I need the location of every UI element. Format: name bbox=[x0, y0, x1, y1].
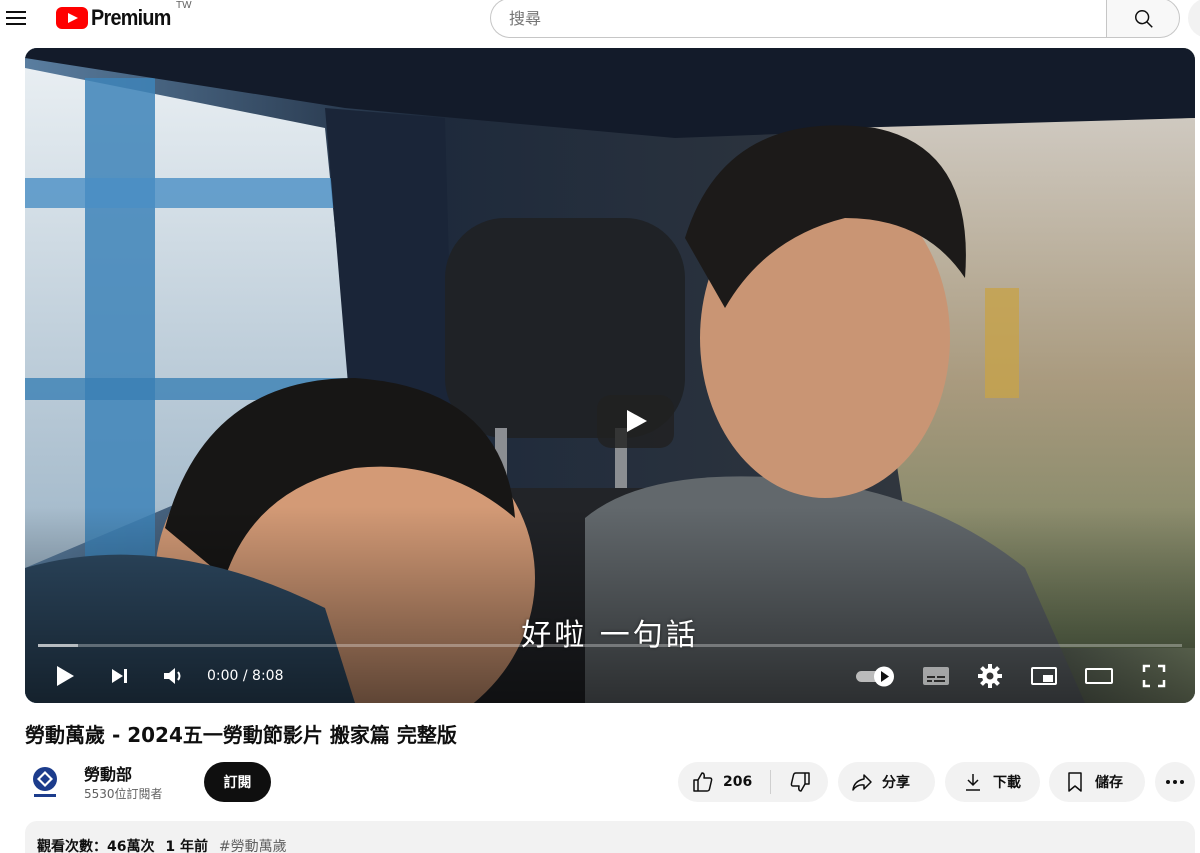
share-icon bbox=[852, 774, 872, 791]
youtube-premium-logo[interactable]: Premium bbox=[56, 4, 180, 32]
fullscreen-icon[interactable] bbox=[1140, 662, 1168, 690]
channel-avatar[interactable] bbox=[25, 762, 65, 802]
play-icon[interactable] bbox=[53, 662, 77, 690]
caption-text: 好啦 一句話 bbox=[521, 618, 699, 653]
search-input[interactable] bbox=[490, 0, 1106, 38]
share-label: 分享 bbox=[882, 775, 910, 791]
next-icon[interactable] bbox=[109, 662, 131, 690]
theater-icon[interactable] bbox=[1083, 662, 1115, 690]
download-button[interactable]: 下載 bbox=[945, 762, 1040, 802]
hashtag-link[interactable]: #勞動萬歲 bbox=[219, 839, 287, 853]
bookmark-icon bbox=[1068, 772, 1082, 792]
youtube-logo-icon bbox=[56, 7, 88, 29]
dislike-button[interactable] bbox=[771, 762, 828, 802]
video-title: 勞動萬歲 - 2024五一勞動節影片 搬家篇 完整版 bbox=[25, 723, 457, 747]
like-button[interactable]: 206 bbox=[678, 762, 770, 802]
more-actions-button[interactable] bbox=[1155, 762, 1195, 802]
search-bar bbox=[490, 0, 1180, 38]
search-button[interactable] bbox=[1106, 0, 1180, 38]
channel-name[interactable]: 勞動部 bbox=[84, 761, 132, 785]
more-icon bbox=[1166, 780, 1184, 784]
volume-icon[interactable] bbox=[161, 662, 185, 690]
thumbs-down-icon bbox=[790, 772, 810, 792]
subtitles-icon[interactable] bbox=[921, 662, 951, 690]
autoplay-toggle-icon[interactable] bbox=[855, 662, 895, 690]
large-play-button[interactable] bbox=[597, 395, 674, 448]
player-controls: 0:00 / 8:08 bbox=[25, 654, 1195, 698]
region-code: TW bbox=[176, 0, 192, 11]
like-count: 206 bbox=[723, 774, 753, 790]
upload-age: 1 年前 bbox=[165, 839, 208, 853]
progress-loaded bbox=[38, 644, 79, 647]
like-dislike-group: 206 bbox=[678, 762, 828, 802]
progress-bar[interactable] bbox=[38, 644, 1182, 647]
menu-icon[interactable] bbox=[4, 8, 28, 28]
share-button[interactable]: 分享 bbox=[838, 762, 935, 802]
voice-search-button[interactable] bbox=[1188, 0, 1200, 38]
masthead: Premium TW bbox=[0, 0, 1200, 40]
settings-icon[interactable] bbox=[976, 662, 1004, 690]
save-label: 儲存 bbox=[1095, 775, 1123, 791]
logo-text: Premium bbox=[91, 5, 171, 30]
download-icon bbox=[966, 774, 980, 791]
video-frame bbox=[25, 48, 1195, 703]
search-icon bbox=[1135, 10, 1153, 28]
subscriber-count: 5530位訂閱者 bbox=[84, 787, 163, 801]
miniplayer-icon[interactable] bbox=[1029, 662, 1059, 690]
video-player[interactable]: 好啦 一句話 0:00 / 8:08 bbox=[25, 48, 1195, 703]
thumbs-up-icon bbox=[693, 772, 713, 792]
owner-row: 勞動部 5530位訂閱者 訂閱 206 分享 下載 儲存 bbox=[25, 760, 1195, 806]
view-count: 觀看次數：46萬次 bbox=[37, 839, 155, 853]
subscribe-button[interactable]: 訂閱 bbox=[204, 762, 271, 802]
time-display: 0:00 / 8:08 bbox=[207, 668, 284, 684]
save-button[interactable]: 儲存 bbox=[1049, 762, 1145, 802]
description-box[interactable]: 觀看次數：46萬次 1 年前 #勞動萬歲 bbox=[25, 821, 1195, 853]
download-label: 下載 bbox=[993, 775, 1021, 791]
